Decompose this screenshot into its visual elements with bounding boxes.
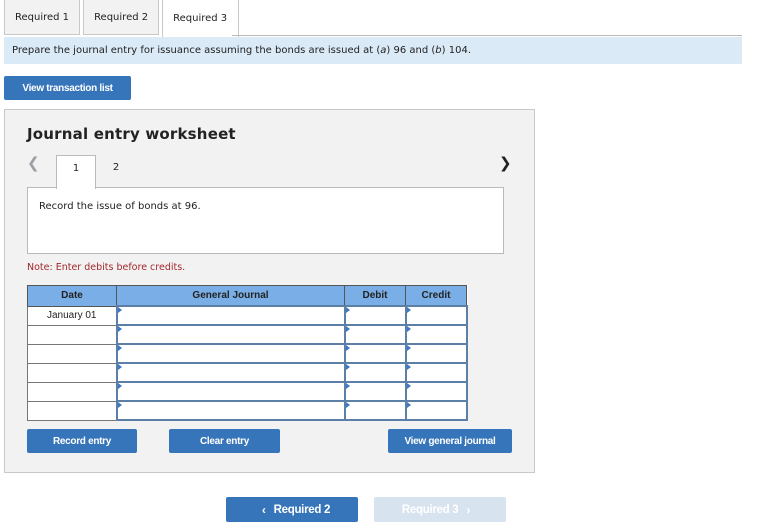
view-transaction-list-button[interactable]: View transaction list bbox=[4, 76, 131, 100]
debit-input[interactable] bbox=[343, 362, 407, 383]
debit-input[interactable] bbox=[343, 381, 407, 402]
tab-required-1[interactable]: Required 1 bbox=[4, 0, 81, 35]
chevron-left-icon: ‹ bbox=[261, 502, 266, 517]
account-select[interactable] bbox=[115, 324, 346, 345]
debit-input[interactable] bbox=[343, 305, 407, 326]
next-required-button[interactable]: Required 3 › bbox=[374, 497, 506, 522]
next-required-label: Required 3 bbox=[401, 503, 459, 516]
prev-required-label: Required 2 bbox=[273, 503, 331, 516]
date-cell: January 01 bbox=[27, 305, 117, 326]
chevron-right-icon[interactable]: ❯ bbox=[499, 154, 512, 172]
debits-credits-note: Note: Enter debits before credits. bbox=[27, 262, 186, 273]
chevron-left-icon[interactable]: ❮ bbox=[27, 154, 40, 172]
step-tab-label: 2 bbox=[112, 162, 120, 173]
debit-input[interactable] bbox=[343, 343, 407, 364]
credit-input[interactable] bbox=[404, 343, 468, 364]
header-debit: Debit bbox=[344, 285, 406, 307]
date-cell bbox=[27, 324, 117, 345]
entry-description: Record the issue of bonds at 96. bbox=[39, 201, 201, 212]
table-row bbox=[27, 362, 468, 383]
header-date: Date bbox=[27, 285, 117, 307]
debit-input[interactable] bbox=[343, 324, 407, 345]
tab-required-3[interactable]: Required 3 bbox=[162, 0, 240, 37]
tabs-divider bbox=[232, 35, 742, 36]
account-select[interactable] bbox=[115, 381, 346, 402]
requirement-tabs: Required 1 Required 2 Required 3 bbox=[4, 0, 240, 37]
date-cell bbox=[27, 400, 117, 421]
chevron-right-icon: › bbox=[466, 502, 471, 517]
view-general-journal-button[interactable]: View general journal bbox=[388, 429, 512, 453]
table-row bbox=[27, 400, 468, 421]
account-select[interactable] bbox=[115, 362, 346, 383]
credit-input[interactable] bbox=[404, 324, 468, 345]
tab-required-2[interactable]: Required 2 bbox=[83, 0, 160, 35]
table-header-row: Date General Journal Debit Credit bbox=[27, 285, 467, 307]
table-row bbox=[27, 343, 468, 364]
date-cell bbox=[27, 381, 117, 402]
clear-entry-button[interactable]: Clear entry bbox=[169, 429, 280, 453]
account-select[interactable] bbox=[115, 343, 346, 364]
debit-input[interactable] bbox=[343, 400, 407, 421]
journal-entry-worksheet: Journal entry worksheet ❮ ❯ 1 2 Record t… bbox=[4, 109, 535, 473]
date-cell bbox=[27, 343, 117, 364]
worksheet-title: Journal entry worksheet bbox=[27, 125, 236, 143]
table-row bbox=[27, 324, 468, 345]
step-tab-1[interactable]: 1 bbox=[56, 155, 96, 189]
account-select[interactable] bbox=[115, 305, 346, 326]
credit-input[interactable] bbox=[404, 305, 468, 326]
step-tab-label: 1 bbox=[72, 163, 80, 174]
prev-required-button[interactable]: ‹ Required 2 bbox=[226, 497, 358, 522]
date-cell bbox=[27, 362, 117, 383]
credit-input[interactable] bbox=[404, 381, 468, 402]
entry-description-box: Record the issue of bonds at 96. bbox=[27, 187, 504, 254]
account-select[interactable] bbox=[115, 400, 346, 421]
instruction-banner: Prepare the journal entry for issuance a… bbox=[4, 37, 742, 64]
credit-input[interactable] bbox=[404, 400, 468, 421]
instruction-text: Prepare the journal entry for issuance a… bbox=[12, 45, 472, 56]
journal-table: Date General Journal Debit Credit Januar… bbox=[27, 285, 468, 421]
credit-input[interactable] bbox=[404, 362, 468, 383]
step-tab-2[interactable]: 2 bbox=[96, 155, 136, 188]
header-general-journal: General Journal bbox=[116, 285, 345, 307]
record-entry-button[interactable]: Record entry bbox=[27, 429, 137, 453]
table-row: January 01 bbox=[27, 305, 468, 326]
table-row bbox=[27, 381, 468, 402]
header-credit: Credit bbox=[405, 285, 467, 307]
